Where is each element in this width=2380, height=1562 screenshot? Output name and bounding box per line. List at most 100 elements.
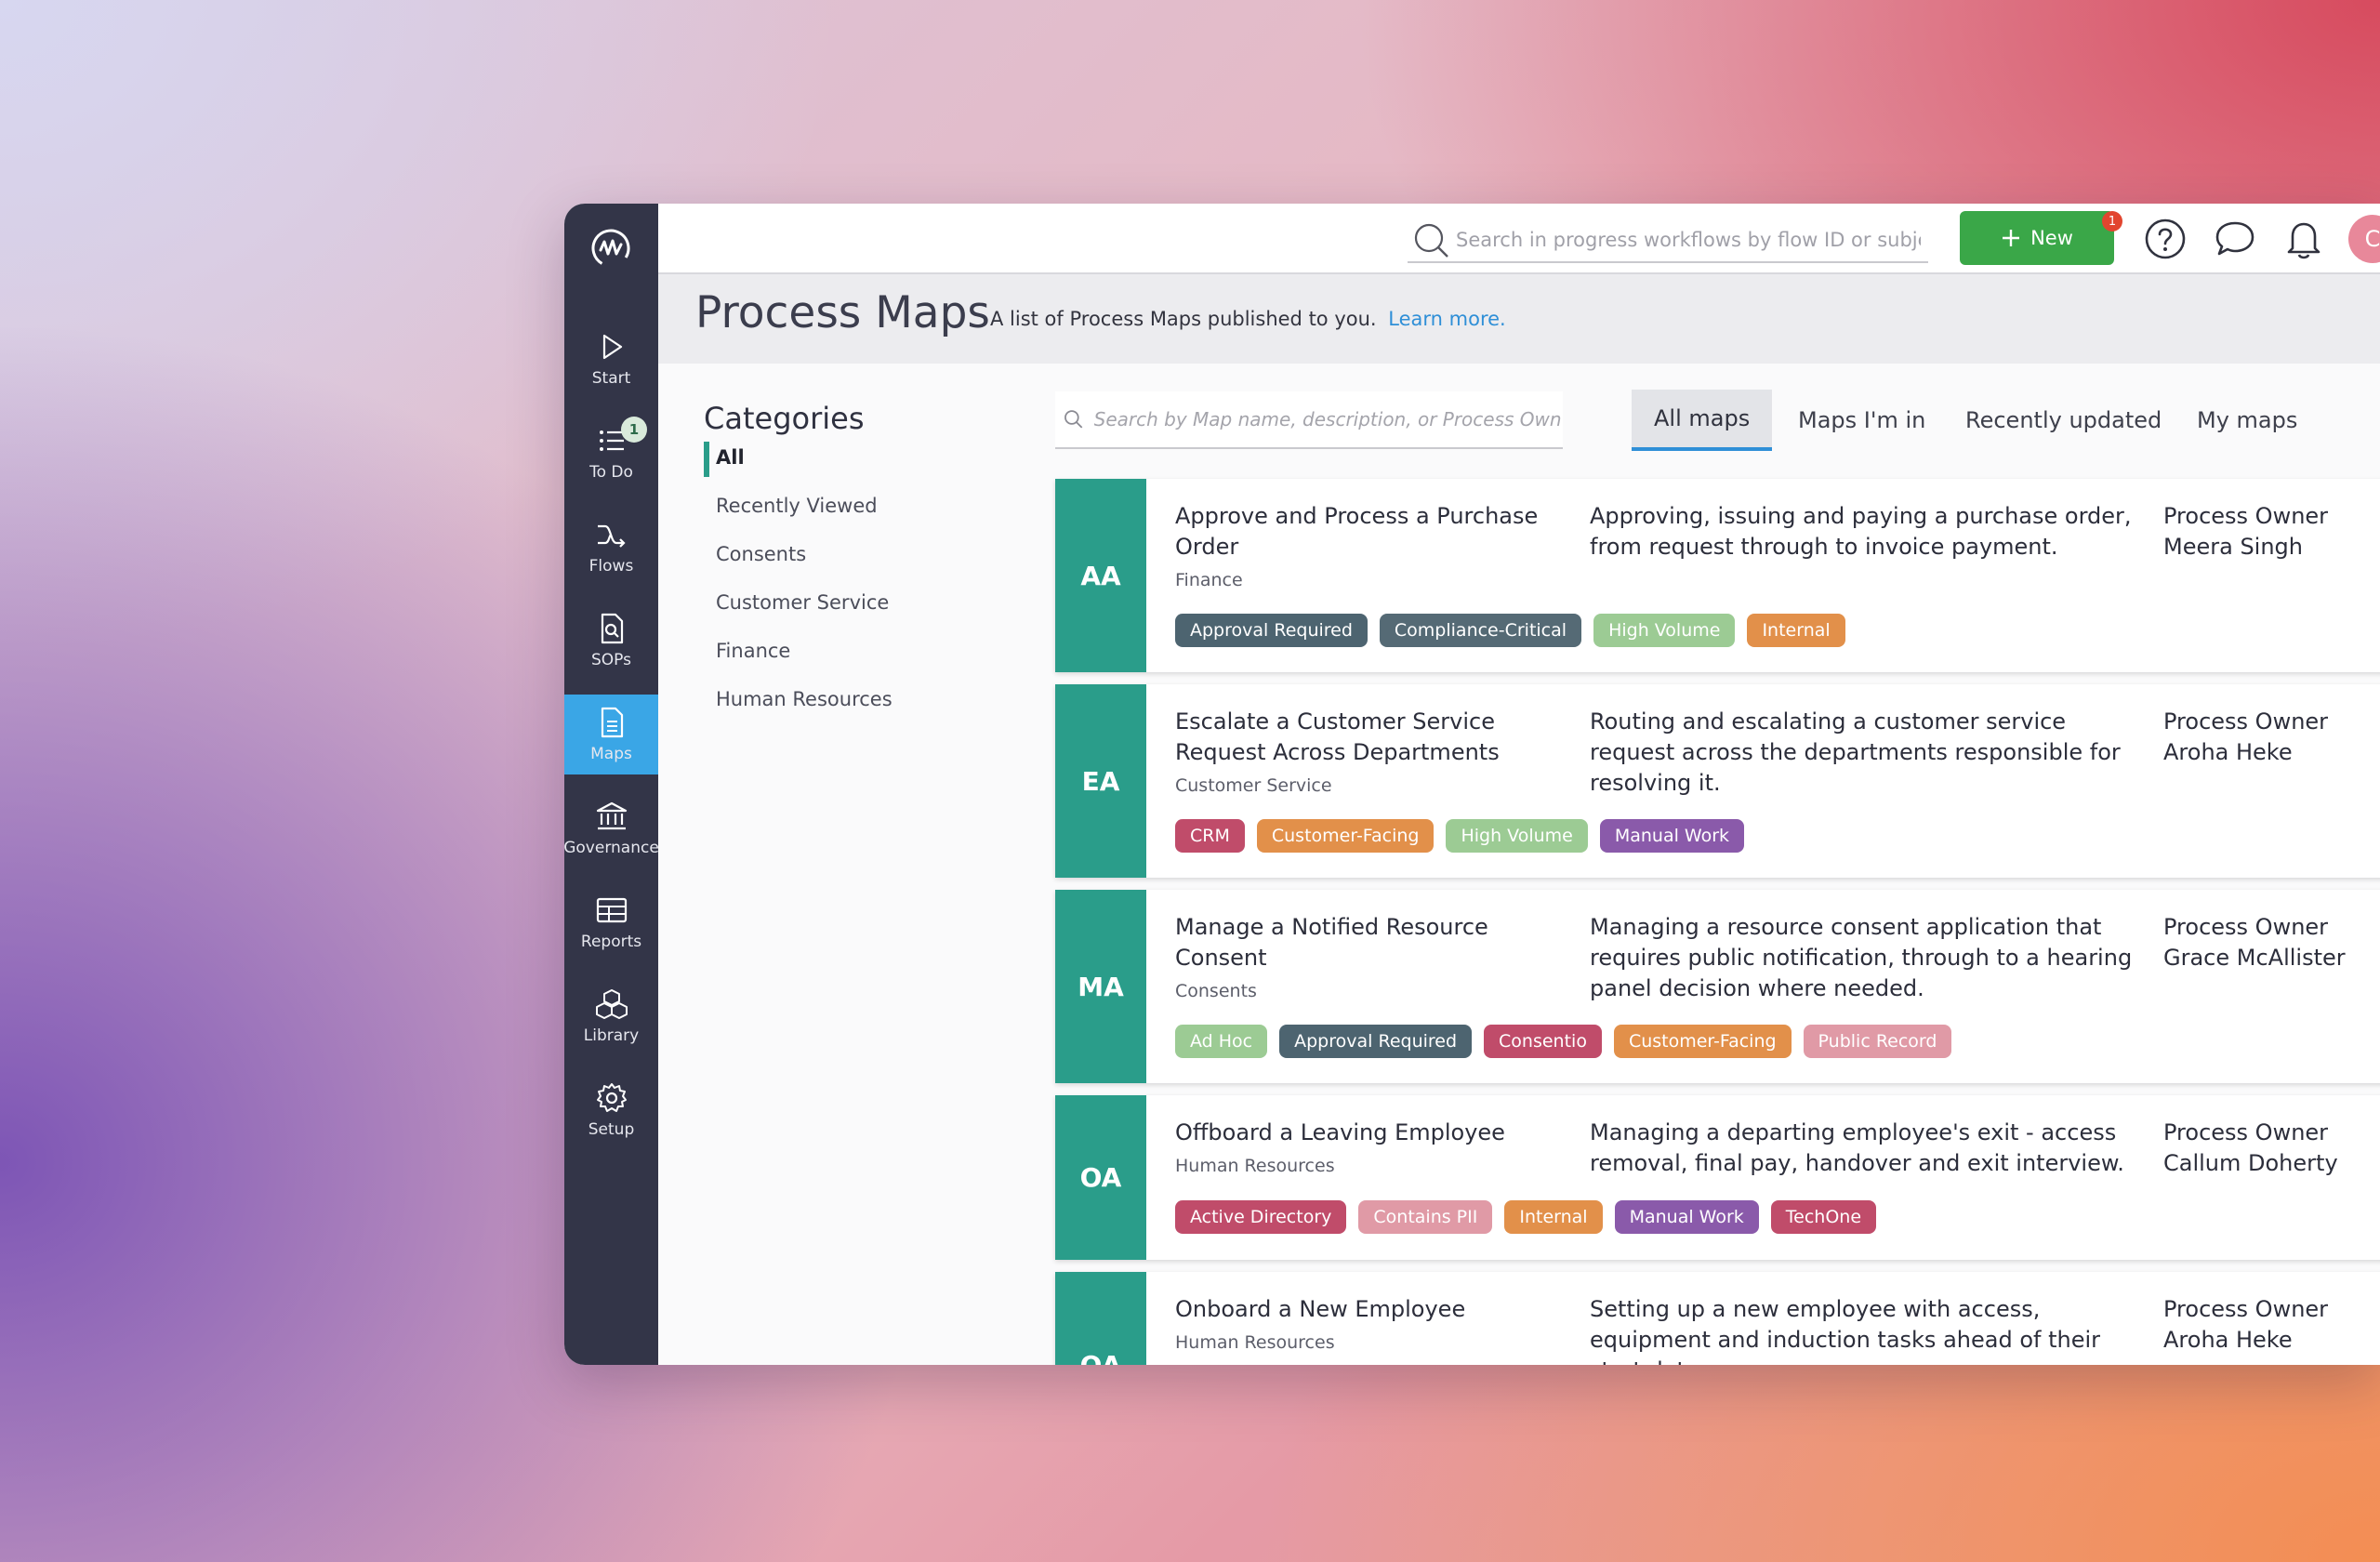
map-title[interactable]: Offboard a Leaving Employee <box>1175 1118 1566 1148</box>
map-owner: Process Owner Grace McAllister <box>2163 912 2377 973</box>
tag[interactable]: Contains PII <box>1358 1200 1493 1234</box>
category-human-resources[interactable]: Human Resources <box>716 688 892 710</box>
owner-name: Aroha Heke <box>2163 1327 2293 1353</box>
map-card[interactable]: MA Manage a Notified Resource Consent Co… <box>1055 890 2380 1083</box>
map-category: Human Resources <box>1175 1156 1335 1176</box>
map-card[interactable]: OA Onboard a New Employee Human Resource… <box>1055 1272 2380 1365</box>
tag[interactable]: Ad Hoc <box>1175 1025 1268 1058</box>
map-tags: Active Directory Contains PII Internal M… <box>1175 1200 1877 1234</box>
tag[interactable]: Consentio <box>1484 1025 1602 1058</box>
nav-item-governance[interactable]: Governance <box>564 788 659 868</box>
workflow-search-input[interactable] <box>1454 228 1923 252</box>
nav-item-start[interactable]: Start <box>564 319 658 399</box>
map-card[interactable]: OA Offboard a Leaving Employee Human Res… <box>1055 1095 2380 1260</box>
map-search <box>1055 391 1563 449</box>
map-card[interactable]: EA Escalate a Customer Service Request A… <box>1055 684 2380 878</box>
map-owner: Process Owner Aroha Heke <box>2163 707 2377 768</box>
bell-icon[interactable] <box>2281 217 2326 261</box>
gear-icon <box>596 1083 627 1112</box>
nav-item-setup[interactable]: Setup <box>564 1070 658 1150</box>
tag[interactable]: Compliance-Critical <box>1379 614 1582 647</box>
tab-maps-im-in[interactable]: Maps I'm in <box>1791 390 1933 451</box>
help-icon[interactable] <box>2143 217 2188 261</box>
map-title[interactable]: Escalate a Customer Service Request Acro… <box>1175 707 1566 768</box>
category-all[interactable]: All <box>716 446 745 469</box>
map-initials: OA <box>1055 1272 1146 1365</box>
nav-label: Reports <box>580 933 642 951</box>
tab-all-maps[interactable]: All maps <box>1632 390 1773 451</box>
todo-count-badge: 1 <box>621 417 647 443</box>
tag[interactable]: Manual Work <box>1614 1200 1759 1234</box>
category-finance[interactable]: Finance <box>716 640 790 662</box>
tag[interactable]: Public Record <box>1803 1025 1952 1058</box>
nav-item-library[interactable]: Library <box>564 976 658 1056</box>
page-title: Process Maps <box>695 287 990 338</box>
map-description: Managing a resource consent application … <box>1590 914 2133 1001</box>
tag[interactable]: TechOne <box>1770 1200 1877 1234</box>
map-tags: Approval Required Compliance-Critical Hi… <box>1175 614 1845 647</box>
map-description: Routing and escalating a customer servic… <box>1590 708 2121 796</box>
document-search-icon <box>601 613 623 644</box>
tag[interactable]: Customer-Facing <box>1613 1025 1792 1058</box>
nav-label: To Do <box>589 463 633 482</box>
page-subtitle-text: A list of Process Maps published to you. <box>990 308 1377 330</box>
map-title[interactable]: Manage a Notified Resource Consent <box>1175 912 1566 973</box>
search-icon <box>1064 410 1083 429</box>
tag[interactable]: Internal <box>1504 1200 1603 1234</box>
workflow-search <box>1408 218 1928 263</box>
map-search-input[interactable] <box>1091 407 1563 431</box>
categories-title: Categories <box>704 401 865 436</box>
category-consents[interactable]: Consents <box>716 543 806 565</box>
owner-label: Process Owner <box>2163 914 2329 940</box>
tag[interactable]: Active Directory <box>1175 1200 1347 1234</box>
map-tags: CRM Customer-Facing High Volume Manual W… <box>1175 819 1745 853</box>
owner-name: Meera Singh <box>2163 534 2303 560</box>
chat-icon[interactable] <box>2213 217 2257 261</box>
tag[interactable]: Internal <box>1747 614 1845 647</box>
tag[interactable]: Manual Work <box>1599 819 1745 853</box>
map-description: Managing a departing employee's exit - a… <box>1590 1119 2124 1176</box>
owner-name: Aroha Heke <box>2163 739 2293 765</box>
map-owner: Process Owner Aroha Heke <box>2163 1294 2377 1356</box>
tag[interactable]: Customer-Facing <box>1256 819 1435 853</box>
table-icon <box>596 897 627 923</box>
owner-label: Process Owner <box>2163 1296 2329 1322</box>
nav-label: Flows <box>588 557 634 576</box>
nav-item-sops[interactable]: SOPs <box>564 601 658 681</box>
app-logo-icon[interactable] <box>590 228 631 269</box>
map-description: Approving, issuing and paying a purchase… <box>1590 503 2132 560</box>
tag[interactable]: Approval Required <box>1175 614 1368 647</box>
nav-label: Maps <box>590 745 632 763</box>
nav-label: Setup <box>588 1120 635 1139</box>
map-category: Human Resources <box>1175 1332 1335 1353</box>
category-recently-viewed[interactable]: Recently Viewed <box>716 495 878 517</box>
nav-label: Library <box>583 1026 640 1045</box>
user-avatar[interactable]: C <box>2348 215 2380 263</box>
nav-label: Start <box>591 369 631 388</box>
tag[interactable]: CRM <box>1175 819 1245 853</box>
map-initials: MA <box>1055 890 1146 1083</box>
map-tags: Ad Hoc Approval Required Consentio Custo… <box>1175 1025 1952 1058</box>
map-title[interactable]: Approve and Process a Purchase Order <box>1175 501 1566 563</box>
tag[interactable]: High Volume <box>1446 819 1588 853</box>
category-customer-service[interactable]: Customer Service <box>716 591 889 614</box>
nav-item-reports[interactable]: Reports <box>564 882 658 962</box>
nav-label: Governance <box>564 839 659 857</box>
new-button[interactable]: New <box>1960 211 2114 265</box>
map-category: Consents <box>1175 981 1257 1001</box>
learn-more-link[interactable]: Learn more. <box>1388 308 1505 330</box>
map-category: Finance <box>1175 570 1243 590</box>
tab-recently-updated[interactable]: Recently updated <box>1958 390 2169 451</box>
nav-item-flows[interactable]: Flows <box>564 507 658 587</box>
owner-name: Callum Doherty <box>2163 1150 2338 1176</box>
play-icon <box>602 334 622 360</box>
tab-my-maps[interactable]: My maps <box>2189 390 2305 451</box>
map-title[interactable]: Onboard a New Employee <box>1175 1294 1566 1325</box>
map-initials: OA <box>1055 1095 1146 1260</box>
nav-item-to-do[interactable]: To Do 1 <box>564 413 658 493</box>
new-button-label: New <box>2030 227 2073 249</box>
map-card[interactable]: AA Approve and Process a Purchase Order … <box>1055 479 2380 672</box>
tag[interactable]: Approval Required <box>1279 1025 1473 1058</box>
nav-item-maps[interactable]: Maps <box>564 695 658 774</box>
tag[interactable]: High Volume <box>1593 614 1736 647</box>
